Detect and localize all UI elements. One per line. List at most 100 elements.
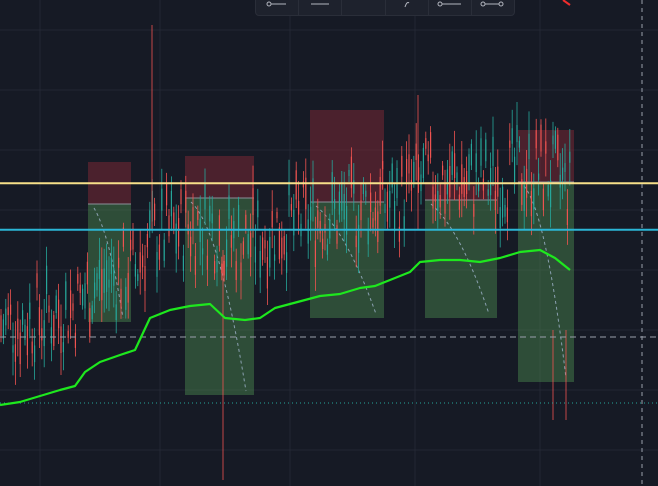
candle-body (276, 212, 278, 219)
horizontal-ray-icon[interactable] (299, 0, 343, 15)
candle-body (38, 307, 40, 335)
candle-body (564, 163, 566, 172)
candle-body (192, 207, 194, 231)
candle-body (266, 257, 268, 289)
extended-line-icon[interactable] (429, 0, 472, 15)
candle-body (324, 223, 326, 233)
candle-body (274, 254, 276, 261)
candle-body (370, 192, 372, 212)
candle-body (557, 134, 559, 161)
candle-body (211, 213, 213, 224)
candle-body (422, 147, 424, 179)
candle-body (504, 204, 506, 217)
candle-body (5, 308, 7, 326)
candle-body (182, 255, 184, 271)
candle-body (365, 190, 367, 197)
candle-body (120, 288, 122, 309)
candle-body (50, 327, 52, 344)
candle-body (137, 274, 139, 281)
candle-body (170, 190, 172, 217)
candle-body (91, 305, 93, 320)
candle-body (408, 154, 410, 174)
candle-body (538, 173, 540, 180)
blank-icon[interactable] (342, 0, 386, 15)
candle-body (343, 193, 345, 220)
candle-body (62, 342, 64, 353)
candle-body (29, 302, 31, 320)
candle-body (509, 140, 511, 148)
candle-body (293, 209, 295, 236)
candle-body (566, 209, 568, 226)
candle-body (77, 274, 79, 284)
candle-body (22, 310, 24, 325)
candle-body (528, 133, 530, 159)
candle-body (403, 216, 405, 230)
candle-body (53, 315, 55, 346)
candle-body (110, 257, 112, 274)
red-cursor-icon (562, 0, 571, 6)
candle-body (386, 191, 388, 222)
candle-body (401, 155, 403, 177)
candle-body (336, 225, 338, 244)
candle-body (55, 295, 57, 314)
candle-body (562, 167, 564, 180)
candle-body (494, 190, 496, 211)
candle-body (367, 230, 369, 245)
candle-body (106, 260, 108, 292)
candle-body (511, 128, 513, 144)
candle-body (542, 188, 544, 211)
candle-body (540, 124, 542, 152)
candle-body (530, 190, 532, 217)
candle-body (86, 261, 88, 285)
candle-body (413, 161, 415, 182)
candle-body (348, 169, 350, 177)
candle-body (360, 200, 362, 221)
candle-body (175, 223, 177, 254)
candle-body (130, 239, 132, 251)
brush-icon[interactable] (386, 0, 429, 15)
candle-body (312, 178, 314, 204)
candle-body (43, 320, 45, 347)
candle-body (125, 286, 127, 310)
candle-body (115, 304, 117, 320)
candle-body (94, 282, 96, 299)
candle-body (58, 299, 60, 329)
candle-body (108, 279, 110, 288)
candle-body (209, 205, 211, 222)
candle-body (214, 261, 216, 274)
candle-body (271, 211, 273, 228)
candle-body (173, 212, 175, 229)
candle-body (278, 227, 280, 260)
candle-body (444, 182, 446, 214)
segment-icon[interactable] (472, 0, 514, 15)
candle-body (406, 159, 408, 185)
candle-body (98, 259, 100, 279)
candle-body (377, 211, 379, 242)
candle-body (430, 132, 432, 158)
trend-line-icon[interactable] (256, 0, 300, 15)
candle-body (341, 182, 343, 211)
candle-body (24, 324, 26, 340)
stop-loss-zone[interactable] (185, 156, 254, 198)
candle-body (158, 244, 160, 260)
candle-body (362, 183, 364, 195)
candle-body (470, 143, 472, 166)
candle-body (434, 194, 436, 202)
candle-body (487, 189, 489, 196)
candle-body (425, 138, 427, 149)
drawing-toolbar[interactable] (255, 0, 515, 16)
candle-body (446, 169, 448, 195)
candle-body (2, 319, 4, 339)
position-zones[interactable] (88, 110, 574, 395)
candle-body (36, 273, 38, 288)
price-chart[interactable] (0, 0, 658, 486)
candle-body (257, 200, 259, 218)
candle-body (492, 136, 494, 166)
candle-body (338, 191, 340, 215)
candle-body (223, 260, 225, 276)
candle-body (89, 308, 91, 338)
candle-body (247, 233, 249, 255)
candle-body (264, 240, 266, 249)
candle-body (245, 214, 247, 230)
candle-body (79, 284, 81, 293)
